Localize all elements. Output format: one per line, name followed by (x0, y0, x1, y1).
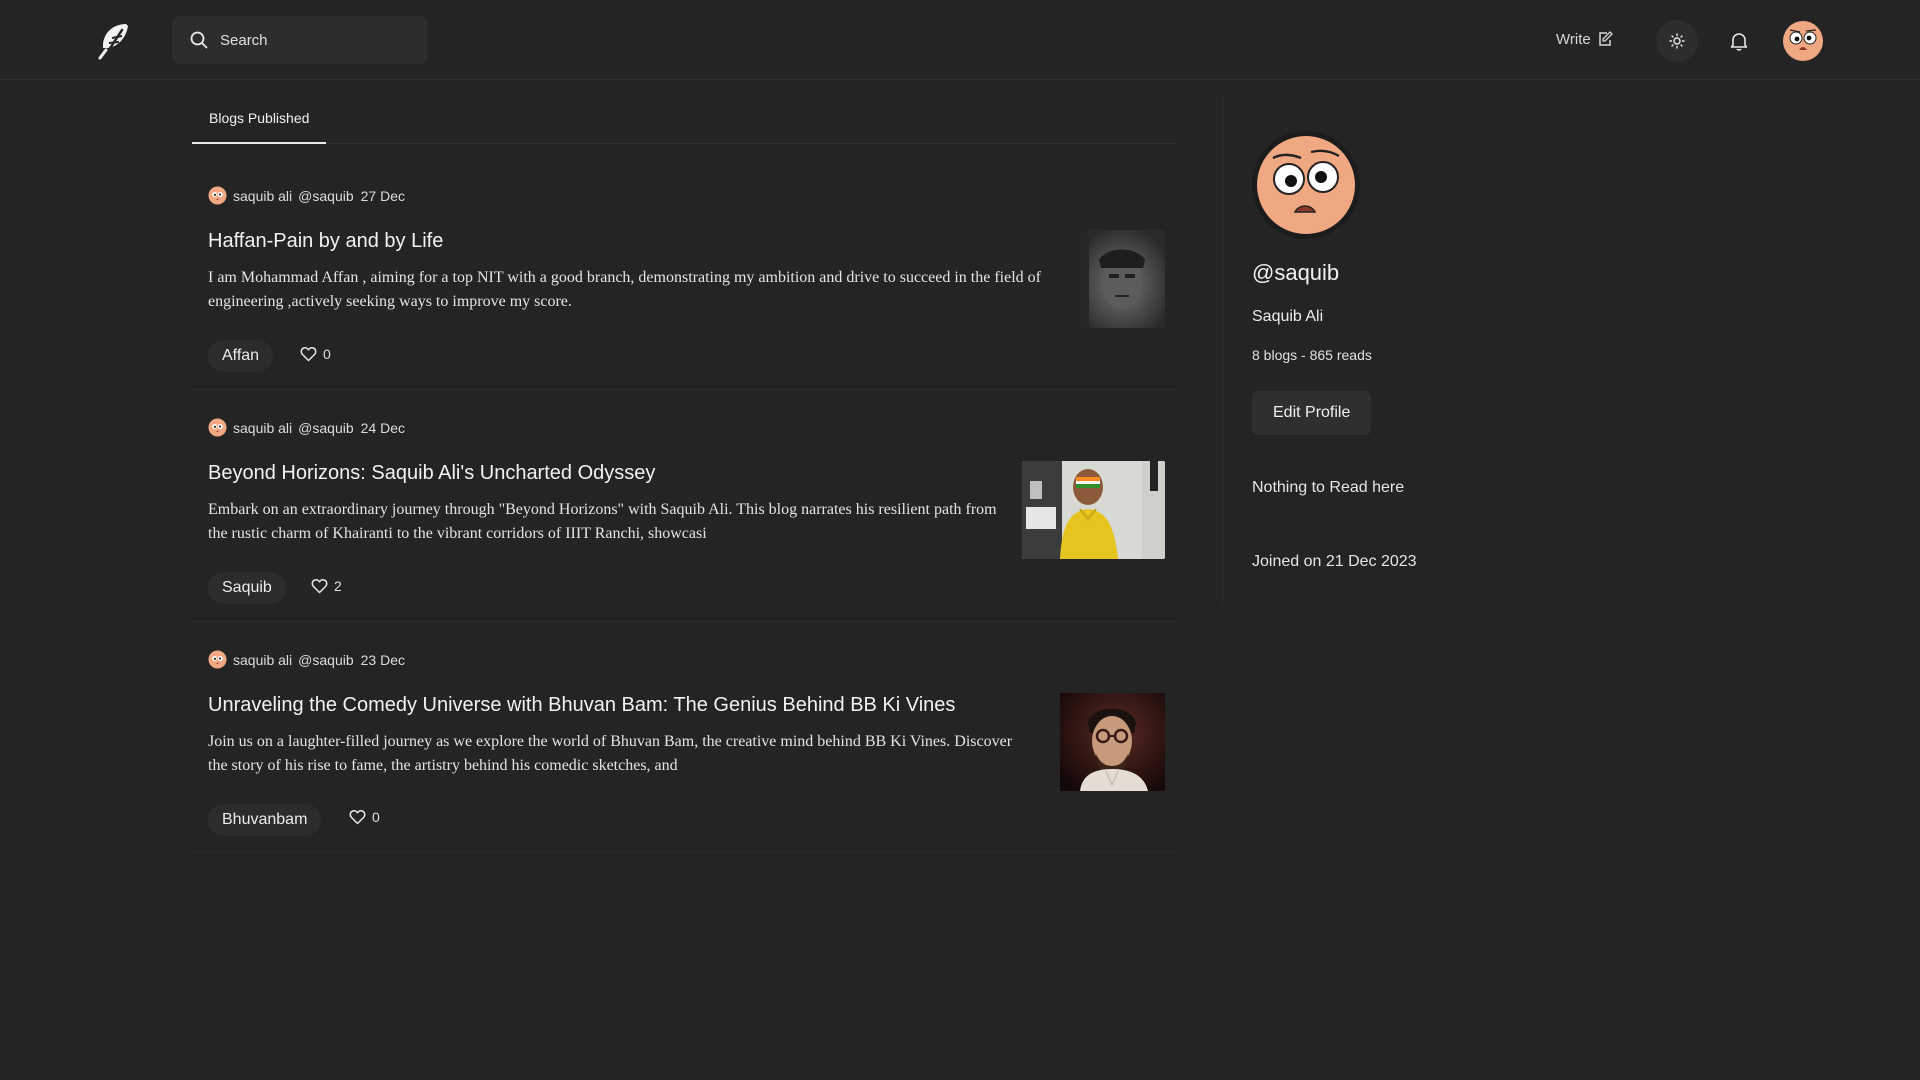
post-excerpt: Join us on a laughter-filled journey as … (208, 733, 1013, 774)
like-button[interactable]: 0 (300, 346, 331, 362)
author-name[interactable]: saquib ali (233, 188, 292, 204)
top-navbar: Write (0, 0, 1920, 80)
author-avatar (208, 650, 227, 669)
search-icon (190, 31, 208, 49)
post-excerpt: I am Mohammad Affan , aiming for a top N… (208, 269, 1041, 310)
post-tag[interactable]: Saquib (208, 572, 286, 604)
user-avatar[interactable] (1782, 20, 1824, 62)
author-name[interactable]: saquib ali (233, 652, 292, 668)
edit-profile-button[interactable]: Edit Profile (1252, 391, 1372, 435)
tab-blogs-published[interactable]: Blogs Published (192, 96, 327, 144)
heart-icon (300, 347, 317, 362)
post-meta: saquib ali @saquib 24 Dec (208, 418, 405, 437)
heart-icon (311, 579, 328, 594)
vertical-divider (1222, 96, 1223, 606)
like-count: 0 (323, 346, 331, 362)
author-avatar (208, 186, 227, 205)
theme-toggle-button[interactable] (1656, 20, 1698, 62)
post-excerpt: Embark on an extraordinary journey throu… (208, 501, 997, 542)
post-date: 27 Dec (360, 187, 405, 204)
heart-icon (349, 810, 366, 825)
post-date: 23 Dec (360, 651, 405, 668)
search-bar[interactable] (172, 16, 427, 64)
author-handle[interactable]: @saquib (298, 188, 353, 204)
post-tag[interactable]: Bhuvanbam (208, 804, 322, 836)
post-title[interactable]: Beyond Horizons: Saquib Ali's Uncharted … (208, 462, 655, 485)
profile-tabs: Blogs Published (192, 96, 1176, 144)
like-count: 2 (334, 578, 342, 594)
write-label: Write (1556, 30, 1591, 48)
profile-handle: @saquib (1252, 260, 1340, 285)
post-meta: saquib ali @saquib 23 Dec (208, 650, 405, 669)
post-date: 24 Dec (360, 419, 405, 436)
profile-avatar (1251, 130, 1361, 240)
author-name[interactable]: saquib ali (233, 420, 292, 436)
post-title[interactable]: Haffan-Pain by and by Life (208, 230, 443, 253)
author-handle[interactable]: @saquib (298, 420, 353, 436)
post-thumbnail[interactable] (1022, 461, 1165, 559)
author-handle[interactable]: @saquib (298, 652, 353, 668)
author-avatar (208, 418, 227, 437)
profile-stats: 8 blogs - 865 reads (1252, 347, 1372, 363)
joined-date: Joined on 21 Dec 2023 (1252, 553, 1417, 570)
post-title[interactable]: Unraveling the Comedy Universe with Bhuv… (208, 694, 955, 717)
notifications-button[interactable] (1718, 20, 1760, 62)
feather-icon[interactable] (92, 18, 136, 62)
sun-icon (1669, 33, 1685, 49)
blog-card[interactable]: saquib ali @saquib 23 Dec Unraveling the… (192, 650, 1176, 853)
like-count: 0 (372, 809, 380, 825)
bell-icon (1730, 33, 1748, 51)
post-thumbnail[interactable] (1060, 693, 1165, 791)
profile-name: Saquib Ali (1252, 308, 1324, 325)
blog-card[interactable]: saquib ali @saquib 27 Dec Haffan-Pain by… (192, 186, 1176, 390)
blog-card[interactable]: saquib ali @saquib 24 Dec Beyond Horizon… (192, 418, 1176, 622)
empty-reading-message: Nothing to Read here (1252, 479, 1405, 496)
post-meta: saquib ali @saquib 27 Dec (208, 186, 405, 205)
like-button[interactable]: 0 (349, 809, 380, 825)
post-thumbnail[interactable] (1079, 230, 1165, 328)
write-button[interactable]: Write (1556, 24, 1613, 54)
edit-icon (1598, 31, 1613, 46)
like-button[interactable]: 2 (311, 578, 342, 594)
search-input[interactable] (218, 30, 408, 50)
post-tag[interactable]: Affan (208, 340, 274, 372)
